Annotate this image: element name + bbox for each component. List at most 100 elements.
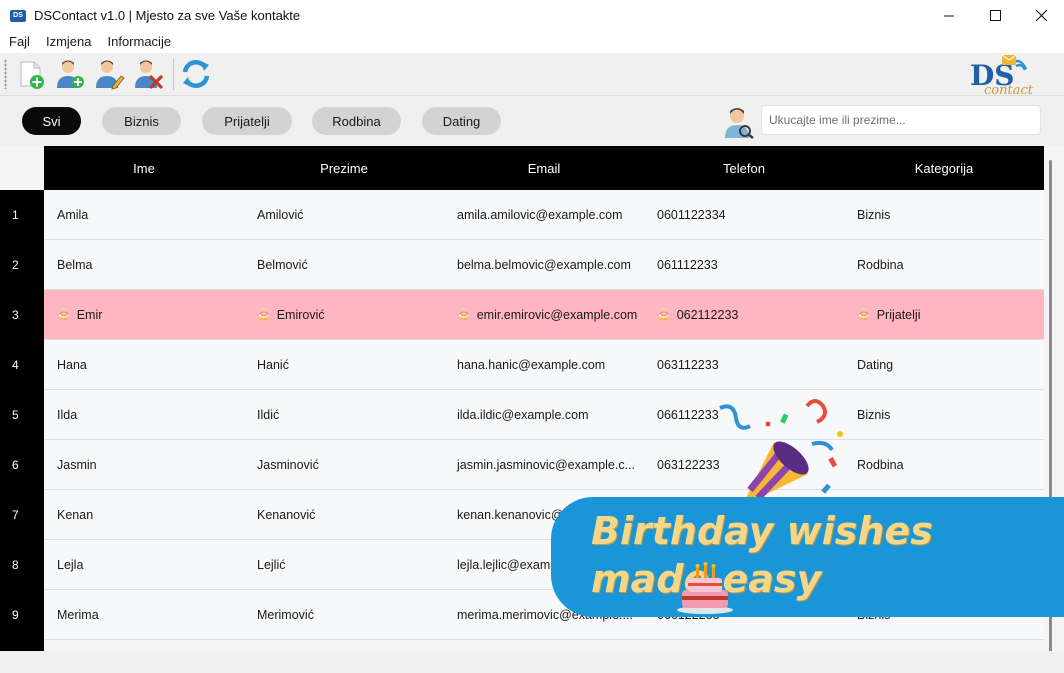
row-header[interactable]: 9 [0, 590, 44, 640]
cell-text: jasmin.jasminovic@example.c... [457, 457, 636, 472]
cell-email[interactable]: jasmin.jasminovic@example.c... [444, 440, 644, 489]
add-user-icon [57, 60, 84, 88]
cell-ime[interactable]: 🎂 Emir [44, 290, 244, 339]
cell-email[interactable]: 🎂 emir.emirovic@example.com [444, 290, 644, 339]
cell-email[interactable]: hana.hanic@example.com [444, 340, 644, 389]
cell-text: amila.amilovic@example.com [457, 207, 623, 222]
filter-biznis[interactable]: Biznis [102, 107, 181, 135]
cell-text: Rodbina [857, 257, 904, 272]
column-header-ime[interactable]: Ime [44, 146, 244, 190]
menu-informacije[interactable]: Informacije [99, 31, 179, 53]
cell-text: 062112233 [676, 307, 739, 322]
cell-telefon[interactable]: 063112233 [644, 340, 844, 389]
table-row[interactable]: Ilda Ildić ilda.ildic@example.com 066112233… [44, 390, 1044, 440]
cell-email[interactable]: belma.belmovic@example.com [444, 240, 644, 289]
maximize-icon [989, 10, 1001, 21]
filter-prijatelji[interactable]: Prijatelji [202, 107, 292, 135]
filter-svi[interactable]: Svi [22, 107, 81, 135]
cell-text: Belma [57, 257, 93, 272]
close-button[interactable] [1018, 0, 1064, 31]
cell-kategorija[interactable]: Dating [844, 340, 1044, 389]
cell-text: Lejla [57, 557, 84, 572]
cell-email[interactable]: amila.amilovic@example.com [444, 190, 644, 239]
column-header-telefon[interactable]: Telefon [644, 146, 844, 190]
app-icon: DS [10, 9, 26, 22]
cell-kategorija[interactable]: 🎂 Prijatelji [844, 290, 1044, 339]
delete-user-button[interactable] [130, 56, 166, 92]
cell-telefon[interactable]: 0601122334 [644, 190, 844, 239]
edit-user-icon [96, 60, 125, 90]
cell-kategorija[interactable]: Rodbina [844, 440, 1044, 489]
menu-izmjena[interactable]: Izmjena [38, 31, 100, 53]
cell-text: 066112233 [657, 407, 719, 422]
cell-text: Prijatelji [876, 307, 921, 322]
cell-ime[interactable]: Jasmin [44, 440, 244, 489]
column-header-prezime[interactable]: Prezime [244, 146, 444, 190]
row-header[interactable]: 3 [0, 290, 44, 340]
refresh-button[interactable] [178, 56, 214, 92]
row-header[interactable]: 8 [0, 540, 44, 590]
cell-prezime[interactable]: Lejlić [244, 540, 444, 589]
cell-telefon[interactable]: 061112233 [644, 240, 844, 289]
cell-ime[interactable]: Lejla [44, 540, 244, 589]
cell-text: Kenanović [257, 507, 316, 522]
cake-icon: 🎂 [257, 309, 271, 321]
cell-ime[interactable]: Ilda [44, 390, 244, 439]
cell-kategorija[interactable]: Biznis [844, 190, 1044, 239]
cell-prezime[interactable]: Belmović [244, 240, 444, 289]
cell-ime[interactable]: Amila [44, 190, 244, 239]
promo-text: Birthday wishes made easy [591, 509, 933, 601]
cell-telefon[interactable]: 🎂 062112233 [644, 290, 844, 339]
cell-text: Emir [76, 307, 103, 322]
cell-prezime[interactable]: Merimović [244, 590, 444, 639]
toolbar-grip[interactable] [4, 59, 7, 89]
table-row-birthday[interactable]: 🎂 Emir 🎂 Emirović 🎂 emir.emirovic@example.com… [44, 290, 1044, 340]
column-header-email[interactable]: Email [444, 146, 644, 190]
filter-rodbina[interactable]: Rodbina [312, 107, 401, 135]
new-contact-button[interactable] [13, 56, 49, 92]
minimize-button[interactable] [926, 0, 972, 31]
cell-kategorija[interactable]: Rodbina [844, 240, 1044, 289]
cell-text: Kenan [57, 507, 94, 522]
filter-dating[interactable]: Dating [422, 107, 501, 135]
cell-ime[interactable]: Hana [44, 340, 244, 389]
row-header[interactable]: 7 [0, 490, 44, 540]
cell-text: Biznis [857, 407, 891, 422]
cell-text: Dating [857, 357, 894, 372]
cell-prezime[interactable]: Amilović [244, 190, 444, 239]
table-row[interactable]: Jasmin Jasminović jasmin.jasminovic@exampl… [44, 440, 1044, 490]
row-header[interactable]: 1 [0, 190, 44, 240]
toolbar [0, 53, 1064, 96]
table-row[interactable]: Hana Hanić hana.hanic@example.com 063112233… [44, 340, 1044, 390]
cell-prezime[interactable]: Kenanović [244, 490, 444, 539]
cell-text: Rodbina [857, 457, 904, 472]
edit-user-button[interactable] [91, 56, 127, 92]
search-input[interactable] [761, 105, 1041, 135]
cell-prezime[interactable]: Ildić [244, 390, 444, 439]
row-headers: 123456789 [0, 190, 44, 651]
cell-prezime[interactable]: Jasminović [244, 440, 444, 489]
cell-email[interactable]: ilda.ildic@example.com [444, 390, 644, 439]
row-header[interactable]: 2 [0, 240, 44, 290]
table-row[interactable]: Amila Amilović amila.amilovic@example.com 0… [44, 190, 1044, 240]
menu-fajl[interactable]: Fajl [0, 31, 38, 53]
cell-ime[interactable]: Kenan [44, 490, 244, 539]
maximize-button[interactable] [972, 0, 1018, 31]
row-header[interactable]: 6 [0, 440, 44, 490]
row-header[interactable]: 4 [0, 340, 44, 390]
table-row[interactable]: Belma Belmović belma.belmovic@example.com 0… [44, 240, 1044, 290]
row-header[interactable]: 5 [0, 390, 44, 440]
cell-ime[interactable]: Merima [44, 590, 244, 639]
filter-bar: Svi Biznis Prijatelji Rodbina Dating [0, 96, 1064, 146]
cell-text: Ildić [257, 407, 280, 422]
delete-user-icon [135, 60, 163, 89]
cell-prezime[interactable]: Hanić [244, 340, 444, 389]
cell-text: hana.hanic@example.com [457, 357, 606, 372]
cell-text: Belmović [257, 257, 308, 272]
cell-kategorija[interactable]: Biznis [844, 390, 1044, 439]
column-header-kategorija[interactable]: Kategorija [844, 146, 1044, 190]
cell-prezime[interactable]: 🎂 Emirović [244, 290, 444, 339]
cell-ime[interactable]: Belma [44, 240, 244, 289]
cell-text: Merimović [257, 607, 314, 622]
add-user-button[interactable] [52, 56, 88, 92]
